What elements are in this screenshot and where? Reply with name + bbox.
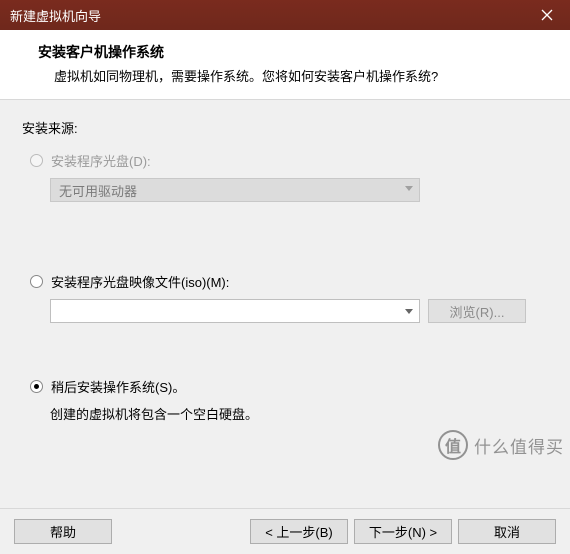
close-icon — [541, 9, 553, 21]
browse-button: 浏览(R)... — [428, 299, 526, 323]
window-title: 新建虚拟机向导 — [10, 6, 524, 25]
radio-disc — [30, 154, 43, 167]
close-button[interactable] — [524, 0, 570, 30]
watermark-icon: 值 — [438, 430, 468, 460]
page-subtitle: 虚拟机如同物理机，需要操作系统。您将如何安装客户机操作系统? — [54, 66, 552, 85]
option-iso[interactable]: 安装程序光盘映像文件(iso)(M): — [30, 272, 548, 291]
option-iso-label: 安装程序光盘映像文件(iso)(M): — [51, 272, 229, 291]
radio-iso[interactable] — [30, 275, 43, 288]
page-title: 安装客户机操作系统 — [38, 42, 552, 62]
back-button[interactable]: < 上一步(B) — [250, 519, 348, 544]
watermark: 值 什么值得买 — [438, 430, 564, 460]
disc-dropdown-value: 无可用驱动器 — [59, 181, 137, 200]
help-button[interactable]: 帮助 — [14, 519, 112, 544]
cancel-button[interactable]: 取消 — [458, 519, 556, 544]
wizard-header: 安装客户机操作系统 虚拟机如同物理机，需要操作系统。您将如何安装客户机操作系统? — [0, 30, 570, 100]
iso-path-input[interactable] — [50, 299, 420, 323]
wizard-footer: 帮助 < 上一步(B) 下一步(N) > 取消 — [0, 508, 570, 554]
disc-dropdown: 无可用驱动器 — [50, 178, 420, 202]
source-label: 安装来源: — [22, 118, 548, 137]
option-later-hint: 创建的虚拟机将包含一个空白硬盘。 — [50, 404, 548, 423]
wizard-body: 安装来源: 安装程序光盘(D): 无可用驱动器 安装程序光盘映像文件(iso)(… — [0, 100, 570, 508]
chevron-down-icon[interactable] — [405, 309, 413, 314]
radio-later[interactable] — [30, 380, 43, 393]
option-later-label: 稍后安装操作系统(S)。 — [51, 377, 185, 396]
option-disc-label: 安装程序光盘(D): — [51, 151, 151, 170]
chevron-down-icon — [405, 186, 413, 191]
watermark-text: 什么值得买 — [474, 433, 564, 458]
next-button[interactable]: 下一步(N) > — [354, 519, 452, 544]
titlebar: 新建虚拟机向导 — [0, 0, 570, 30]
option-later[interactable]: 稍后安装操作系统(S)。 — [30, 377, 548, 396]
option-disc: 安装程序光盘(D): — [30, 151, 548, 170]
